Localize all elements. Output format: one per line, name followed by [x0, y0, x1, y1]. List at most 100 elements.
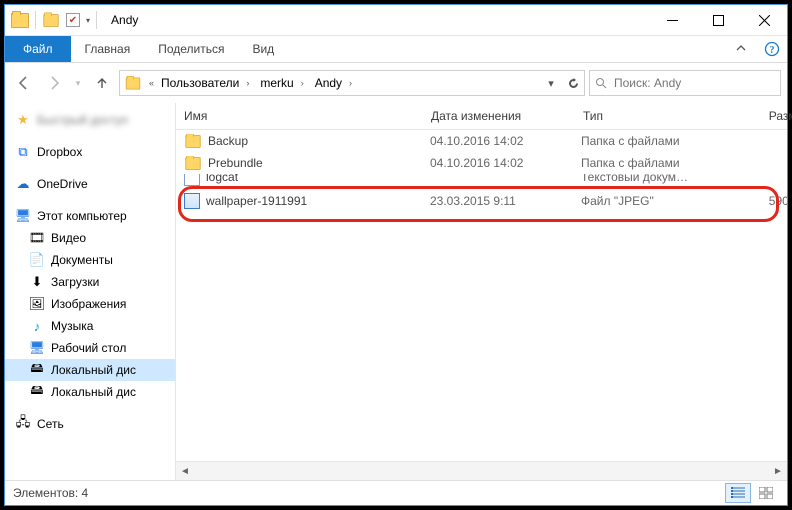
breadcrumb-segment[interactable]: Пользователи›: [157, 71, 256, 95]
file-name: wallpaper-1911991: [206, 194, 307, 208]
status-bar: Элементов: 4: [5, 480, 787, 505]
file-row[interactable]: Prebundle 04.10.2016 14:02 Папка с файла…: [176, 152, 787, 174]
ribbon-expand-button[interactable]: [726, 36, 756, 62]
nav-label: OneDrive: [37, 177, 88, 191]
recent-locations-button[interactable]: ▾: [71, 70, 85, 96]
status-items-label: Элементов:: [13, 486, 78, 500]
minimize-button[interactable]: [649, 5, 695, 35]
nav-dropbox[interactable]: ⧉ Dropbox: [5, 141, 175, 163]
column-date[interactable]: Дата изменения: [423, 109, 575, 123]
scroll-right-icon[interactable]: ►: [769, 462, 787, 480]
desktop-icon: 🖥: [29, 340, 45, 356]
window-controls: [649, 5, 787, 35]
qat-dropdown-icon[interactable]: ▾: [86, 16, 90, 25]
column-type[interactable]: Тип: [575, 109, 722, 123]
help-button[interactable]: ?: [756, 36, 787, 62]
back-button[interactable]: [11, 70, 37, 96]
qat-separator: [35, 11, 36, 29]
breadcrumb-label: Andy: [315, 76, 342, 90]
column-name[interactable]: Имя: [176, 109, 423, 123]
search-input[interactable]: [612, 70, 780, 96]
tab-view[interactable]: Вид: [238, 36, 288, 62]
file-name: Backup: [208, 134, 248, 148]
nav-this-pc[interactable]: 🖥 Этот компьютер: [5, 205, 175, 227]
nav-label: Рабочий стол: [51, 341, 126, 355]
breadcrumb-segment[interactable]: merku ›: [256, 71, 310, 95]
tab-home[interactable]: Главная: [71, 36, 145, 62]
up-button[interactable]: [89, 70, 115, 96]
dropbox-icon: ⧉: [15, 144, 31, 160]
nav-desktop[interactable]: 🖥 Рабочий стол: [5, 337, 175, 359]
column-size[interactable]: Размер: [722, 109, 792, 123]
file-row[interactable]: wallpaper-1911991 23.03.2015 9:11 Файл "…: [176, 190, 787, 212]
file-date: 23.03.2015 9:11: [422, 194, 573, 208]
file-date: 04.10.2016 14:02: [422, 156, 573, 170]
qat-separator: [96, 11, 97, 29]
document-icon: 📄: [29, 252, 45, 268]
nav-label: Локальный дис: [51, 363, 136, 377]
address-dropdown-button[interactable]: ▾: [540, 72, 562, 94]
nav-videos[interactable]: 🎞 Видео: [5, 227, 175, 249]
scroll-left-icon[interactable]: ◄: [176, 462, 194, 480]
address-bar[interactable]: « Пользователи› merku › Andy › ▾: [119, 70, 585, 96]
nav-network[interactable]: 🖧 Сеть: [5, 413, 175, 435]
file-size: 590 КБ: [719, 194, 787, 208]
maximize-button[interactable]: [695, 5, 741, 35]
file-row[interactable]: logcat Текстовый докум…: [176, 174, 787, 188]
chevron-left-icon[interactable]: «: [146, 78, 157, 88]
navbar: ▾ « Пользователи› merku › Andy › ▾: [5, 63, 787, 103]
tab-file[interactable]: Файл: [5, 36, 71, 62]
nav-music[interactable]: ♪Музыка: [5, 315, 175, 337]
close-button[interactable]: [741, 5, 787, 35]
nav-label: Изображения: [51, 297, 126, 311]
image-file-icon: [184, 193, 200, 209]
nav-quick-access[interactable]: ★ Быстрый доступ: [5, 109, 175, 131]
refresh-button[interactable]: [562, 72, 584, 94]
drive-icon: 🖴: [29, 384, 45, 400]
nav-pictures[interactable]: 🖼Изображения: [5, 293, 175, 315]
view-large-icons-button[interactable]: [753, 483, 779, 503]
address-folder-icon: [126, 77, 140, 89]
forward-button[interactable]: [41, 70, 67, 96]
nav-label: Быстрый доступ: [37, 113, 128, 127]
breadcrumb-segment[interactable]: Andy ›: [311, 71, 359, 95]
file-type: Текстовый докум…: [573, 174, 719, 184]
folder-icon: [185, 157, 200, 170]
file-type: Файл "JPEG": [573, 194, 719, 208]
tab-share[interactable]: Поделиться: [144, 36, 238, 62]
cloud-icon: ☁: [15, 176, 31, 192]
nav-local-disk[interactable]: 🖴Локальный дис: [5, 359, 175, 381]
explorer-window: ✔ ▾ Andy Файл Главная Поделиться Вид ? ▾: [4, 4, 788, 506]
search-box[interactable]: [589, 70, 781, 96]
chevron-right-icon[interactable]: ›: [243, 78, 252, 88]
chevron-right-icon[interactable]: ›: [298, 78, 307, 88]
nav-label: Видео: [51, 231, 86, 245]
file-icon: [184, 174, 200, 186]
breadcrumb-label: merku: [260, 76, 293, 90]
chevron-right-icon[interactable]: ›: [346, 78, 355, 88]
titlebar: ✔ ▾ Andy: [5, 5, 787, 36]
monitor-icon: 🖥: [15, 208, 31, 224]
properties-icon[interactable]: [43, 14, 58, 27]
file-row[interactable]: Backup 04.10.2016 14:02 Папка с файлами: [176, 130, 787, 152]
view-details-button[interactable]: [725, 483, 751, 503]
body: ★ Быстрый доступ ⧉ Dropbox ☁ OneDrive 🖥: [5, 103, 787, 480]
scroll-track[interactable]: [194, 462, 769, 480]
navigation-pane: ★ Быстрый доступ ⧉ Dropbox ☁ OneDrive 🖥: [5, 103, 176, 480]
folder-icon: [185, 135, 200, 148]
nav-label: Загрузки: [51, 275, 99, 289]
nav-label: Этот компьютер: [37, 209, 127, 223]
nav-label: Dropbox: [37, 145, 82, 159]
nav-downloads[interactable]: ⬇Загрузки: [5, 271, 175, 293]
nav-local-disk[interactable]: 🖴Локальный дис: [5, 381, 175, 403]
file-name: logcat: [206, 174, 238, 184]
status-items-count: 4: [82, 486, 89, 500]
file-date: 04.10.2016 14:02: [422, 134, 573, 148]
clipped-row: logcat Текстовый докум…: [176, 174, 787, 190]
nav-label: Музыка: [51, 319, 93, 333]
horizontal-scrollbar[interactable]: ◄ ►: [176, 461, 787, 480]
nav-documents[interactable]: 📄Документы: [5, 249, 175, 271]
checkbox-icon[interactable]: ✔: [66, 13, 80, 27]
video-icon: 🎞: [29, 230, 45, 246]
nav-onedrive[interactable]: ☁ OneDrive: [5, 173, 175, 195]
